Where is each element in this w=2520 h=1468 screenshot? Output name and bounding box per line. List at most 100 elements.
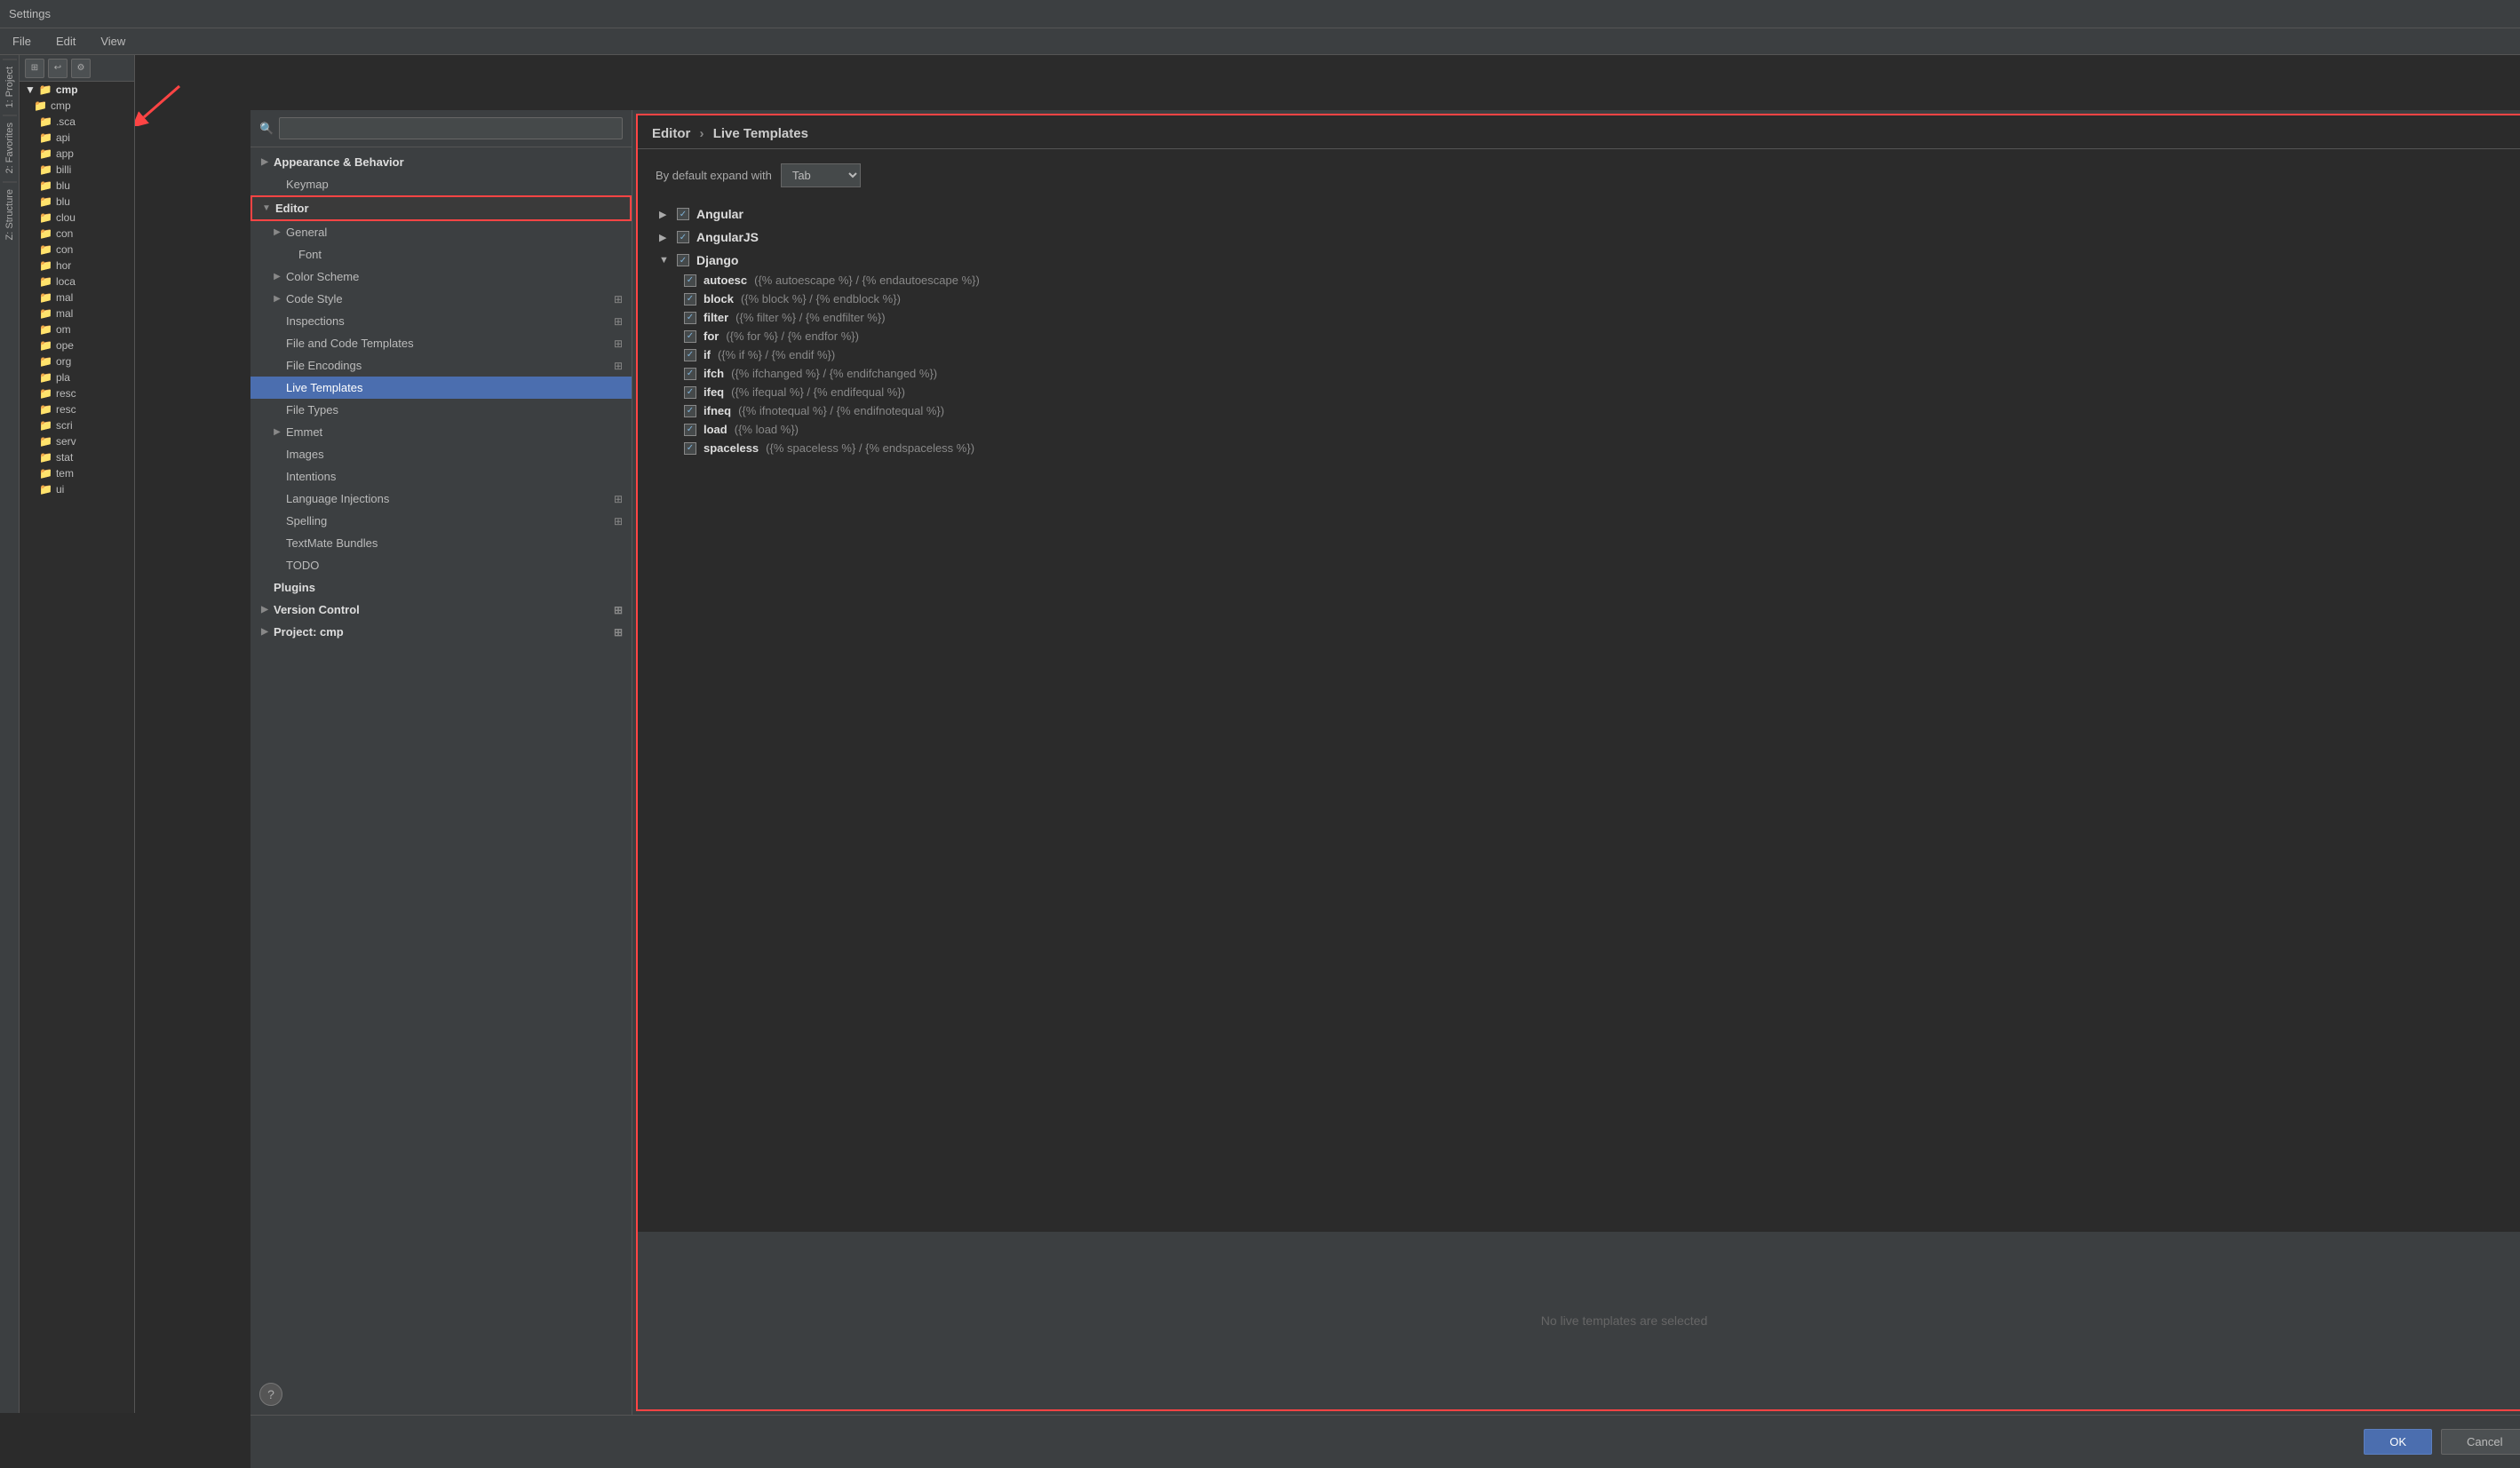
group-angular: ▶ ✓ Angular: [656, 203, 2520, 225]
arrow-emmet: ▶: [272, 427, 282, 437]
project-item[interactable]: 📁 cmp: [20, 98, 134, 114]
tree-node-plugins[interactable]: Plugins: [250, 576, 632, 599]
tree-node-inspections[interactable]: Inspections ⊞: [250, 310, 632, 332]
search-input[interactable]: [279, 117, 623, 139]
tab-structure[interactable]: Z: Structure: [3, 181, 17, 247]
main-layout: 1: Project 2: Favorites Z: Structure ⊞ ↩…: [0, 55, 2520, 1413]
tab-project[interactable]: 1: Project: [3, 59, 17, 115]
tree-con1[interactable]: 📁 con: [20, 226, 134, 242]
expand-select[interactable]: Tab Enter Space: [781, 163, 861, 187]
tree-node-codestyle[interactable]: ▶ Code Style ⊞: [250, 288, 632, 310]
desc-filter: ({% filter %} / {% endfilter %}): [735, 311, 885, 324]
settings-tree: 🔍 ▶ Appearance & Behavior Keymap: [250, 110, 632, 1415]
check-if[interactable]: ✓: [684, 349, 696, 361]
help-button[interactable]: ?: [259, 1383, 282, 1406]
tree-node-emmet[interactable]: ▶ Emmet: [250, 421, 632, 443]
help-container: ?: [250, 1374, 632, 1415]
tree-pla[interactable]: 📁 pla: [20, 369, 134, 385]
group-check-angularjs[interactable]: ✓: [677, 231, 689, 243]
item-filter[interactable]: ✓ filter ({% filter %} / {% endfilter %}…: [656, 308, 2520, 327]
tree-org[interactable]: 📁 org: [20, 353, 134, 369]
group-header-angular[interactable]: ▶ ✓ Angular: [656, 203, 2520, 225]
group-header-angularjs[interactable]: ▶ ✓ AngularJS: [656, 226, 2520, 248]
toolbar-btn-3[interactable]: ⚙: [71, 59, 91, 78]
tree-clou[interactable]: 📁 clou: [20, 210, 134, 226]
tree-node-filetemplates[interactable]: File and Code Templates ⊞: [250, 332, 632, 354]
item-ifch[interactable]: ✓ ifch ({% ifchanged %} / {% endifchange…: [656, 364, 2520, 383]
item-for[interactable]: ✓ for ({% for %} / {% endfor %}): [656, 327, 2520, 345]
tree-stat[interactable]: 📁 stat: [20, 449, 134, 465]
cancel-button[interactable]: Cancel: [2441, 1429, 2520, 1455]
tree-node-images[interactable]: Images: [250, 443, 632, 465]
tree-node-todo[interactable]: TODO: [250, 554, 632, 576]
menu-view[interactable]: View: [95, 33, 131, 50]
check-filter[interactable]: ✓: [684, 312, 696, 324]
no-selection-text: No live templates are selected: [1541, 1313, 1708, 1328]
tree-node-colorscheme[interactable]: ▶ Color Scheme: [250, 266, 632, 288]
toolbar-btn-1[interactable]: ⊞: [25, 59, 44, 78]
tree-node-keymap[interactable]: Keymap: [250, 173, 632, 195]
ok-button[interactable]: OK: [2364, 1429, 2432, 1455]
toolbar-btn-2[interactable]: ↩: [48, 59, 68, 78]
codestyle-icon: ⊞: [614, 293, 623, 306]
item-spaceless[interactable]: ✓ spaceless ({% spaceless %} / {% endspa…: [656, 439, 2520, 457]
tree-resc1[interactable]: 📁 resc: [20, 385, 134, 401]
tree-node-spelling[interactable]: Spelling ⊞: [250, 510, 632, 532]
tree-app[interactable]: 📁 app: [20, 146, 134, 162]
tree-ope[interactable]: 📁 ope: [20, 337, 134, 353]
tree-billi[interactable]: 📁 billi: [20, 162, 134, 178]
group-arrow-angular: ▶: [659, 209, 670, 220]
tree-tem[interactable]: 📁 tem: [20, 465, 134, 481]
tab-favorites[interactable]: 2: Favorites: [3, 115, 17, 180]
check-load[interactable]: ✓: [684, 424, 696, 436]
group-check-angular[interactable]: ✓: [677, 208, 689, 220]
tree-node-font[interactable]: Font: [250, 243, 632, 266]
tree-node-project[interactable]: ▶ Project: cmp ⊞: [250, 621, 632, 643]
tree-serv[interactable]: 📁 serv: [20, 433, 134, 449]
tree-node-general[interactable]: ▶ General: [250, 221, 632, 243]
tree-node-livetemplates[interactable]: Live Templates: [250, 377, 632, 399]
desc-if: ({% if %} / {% endif %}): [718, 348, 835, 361]
tree-node-intentions[interactable]: Intentions: [250, 465, 632, 488]
item-block[interactable]: ✓ block ({% block %} / {% endblock %}): [656, 290, 2520, 308]
check-ifeq[interactable]: ✓: [684, 386, 696, 399]
check-spaceless[interactable]: ✓: [684, 442, 696, 455]
check-ifneq[interactable]: ✓: [684, 405, 696, 417]
group-header-django[interactable]: ▼ ✓ Django: [656, 250, 2520, 271]
check-ifch[interactable]: ✓: [684, 368, 696, 380]
tree-node-vcs[interactable]: ▶ Version Control ⊞: [250, 599, 632, 621]
item-ifneq[interactable]: ✓ ifneq ({% ifnotequal %} / {% endifnote…: [656, 401, 2520, 420]
item-autoesc[interactable]: ✓ autoesc ({% autoescape %} / {% endauto…: [656, 271, 2520, 290]
check-autoesc[interactable]: ✓: [684, 274, 696, 287]
tree-om[interactable]: 📁 om: [20, 321, 134, 337]
item-if[interactable]: ✓ if ({% if %} / {% endif %}): [656, 345, 2520, 364]
tree-node-textmate[interactable]: TextMate Bundles: [250, 532, 632, 554]
tree-resc2[interactable]: 📁 resc: [20, 401, 134, 417]
check-for[interactable]: ✓: [684, 330, 696, 343]
tree-scri[interactable]: 📁 scri: [20, 417, 134, 433]
item-ifeq[interactable]: ✓ ifeq ({% ifequal %} / {% endifequal %}…: [656, 383, 2520, 401]
item-load[interactable]: ✓ load ({% load %}): [656, 420, 2520, 439]
tree-node-fileencodings[interactable]: File Encodings ⊞: [250, 354, 632, 377]
tree-node-editor[interactable]: ▼ Editor: [250, 195, 632, 221]
tree-blu2[interactable]: 📁 blu: [20, 194, 134, 210]
label-keymap: Keymap: [286, 178, 329, 191]
tree-mal2[interactable]: 📁 mal: [20, 306, 134, 321]
tree-api[interactable]: 📁 api: [20, 130, 134, 146]
tree-node-langinjections[interactable]: Language Injections ⊞: [250, 488, 632, 510]
tree-ui[interactable]: 📁 ui: [20, 481, 134, 497]
menu-edit[interactable]: Edit: [51, 33, 81, 50]
menu-file[interactable]: File: [7, 33, 36, 50]
tree-loca[interactable]: 📁 loca: [20, 274, 134, 290]
tree-hor[interactable]: 📁 hor: [20, 258, 134, 274]
group-name-angularjs: AngularJS: [696, 230, 759, 244]
check-block[interactable]: ✓: [684, 293, 696, 306]
tree-sca[interactable]: 📁 .sca: [20, 114, 134, 130]
tree-node-filetypes[interactable]: File Types: [250, 399, 632, 421]
tree-node-appearance[interactable]: ▶ Appearance & Behavior: [250, 151, 632, 173]
tree-con2[interactable]: 📁 con: [20, 242, 134, 258]
tree-blu1[interactable]: 📁 blu: [20, 178, 134, 194]
group-check-django[interactable]: ✓: [677, 254, 689, 266]
project-root-cmp[interactable]: ▼ 📁 cmp: [20, 82, 134, 98]
tree-mal1[interactable]: 📁 mal: [20, 290, 134, 306]
